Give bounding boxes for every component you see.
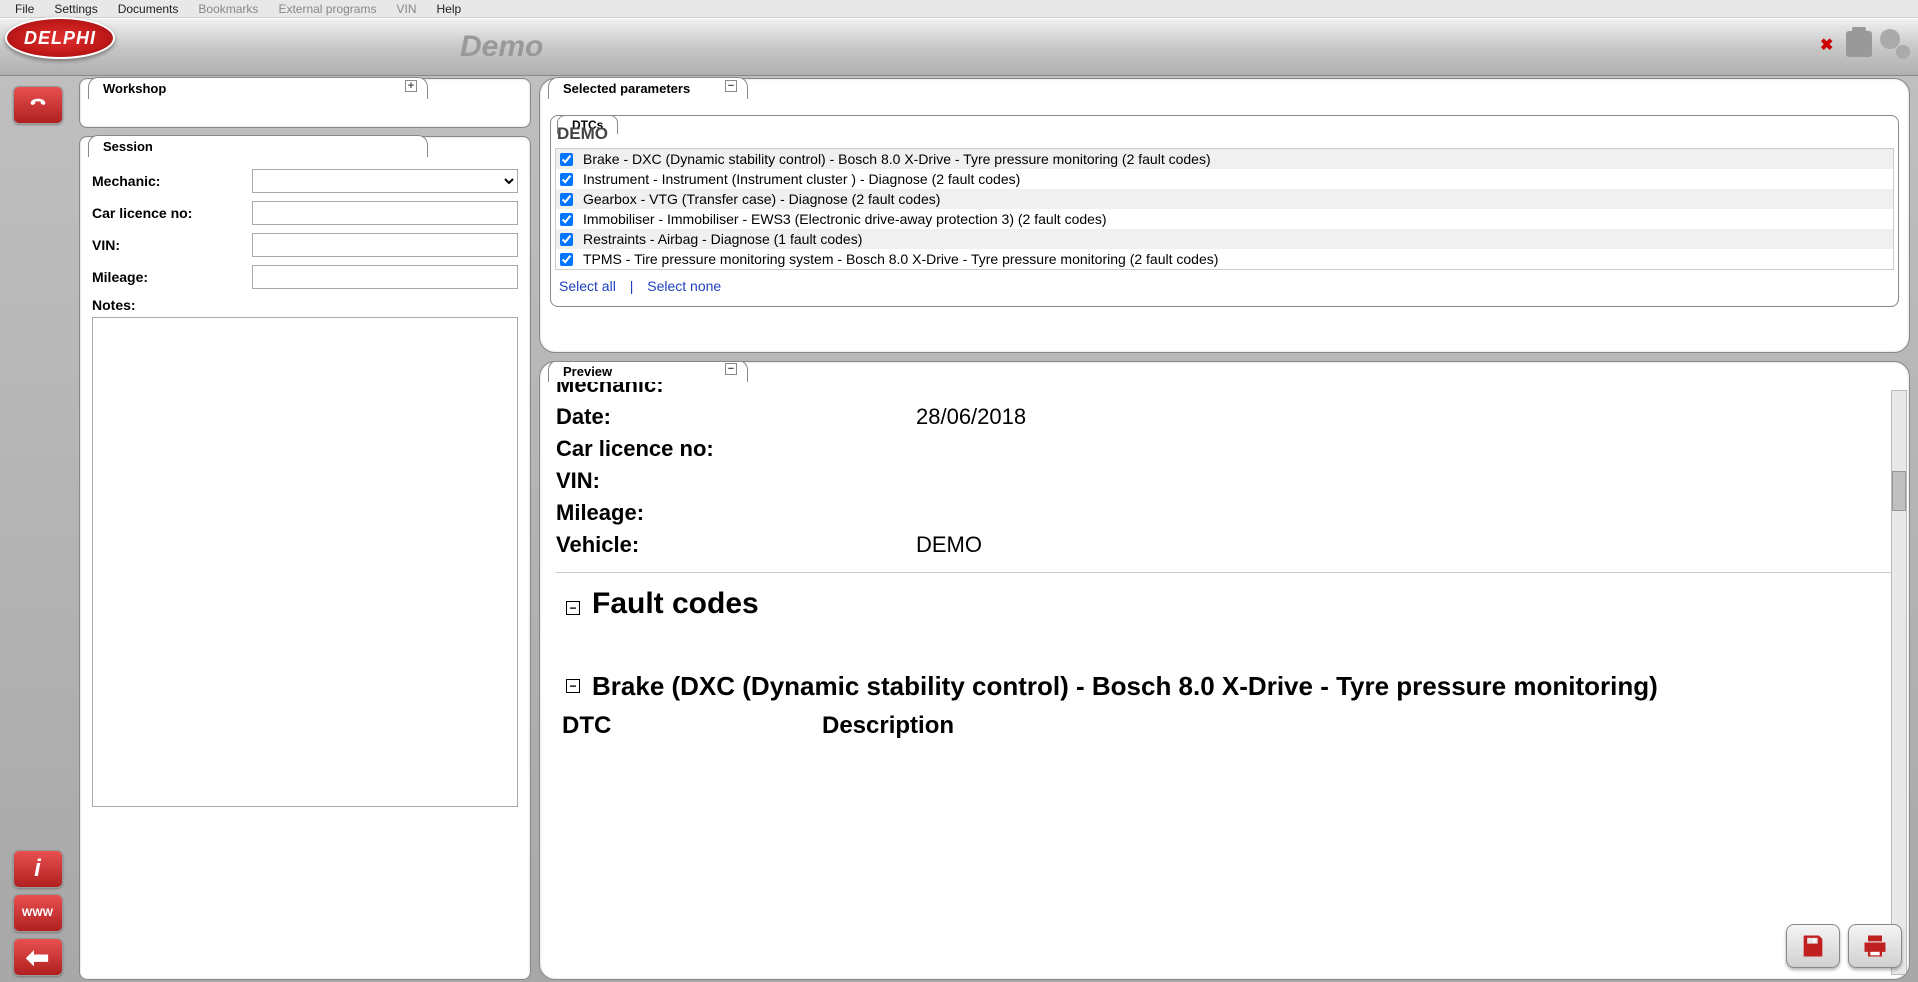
preview-label: Preview — [563, 364, 612, 379]
selected-parameters-label: Selected parameters — [563, 81, 690, 96]
preview-scrollbar-thumb[interactable] — [1892, 471, 1906, 511]
preview-collapse-icon[interactable]: − — [725, 363, 737, 375]
back-arrow-icon: ⬅ — [26, 941, 49, 974]
dtc-row-text: Restraints - Airbag - Diagnose (1 fault … — [583, 231, 862, 247]
dtc-list: Brake - DXC (Dynamic stability control) … — [555, 148, 1894, 270]
dtc-table-header: DTC Description — [562, 712, 1893, 740]
menu-external-programs[interactable]: External programs — [268, 0, 386, 18]
menu-help[interactable]: Help — [427, 0, 472, 18]
menu-bookmarks[interactable]: Bookmarks — [188, 0, 268, 18]
menubar: File Settings Documents Bookmarks Extern… — [0, 0, 1918, 18]
select-all-link[interactable]: Select all — [559, 278, 616, 294]
delphi-logo-icon: DELPHI — [5, 17, 115, 59]
menu-file[interactable]: File — [5, 0, 44, 18]
selected-parameters-panel: Selected parameters − DTCs DEMO Brake - … — [539, 78, 1910, 353]
dtc-row[interactable]: Gearbox - VTG (Transfer case) - Diagnose… — [556, 189, 1893, 209]
dtc-row[interactable]: Instrument - Instrument (Instrument clus… — [556, 169, 1893, 189]
clipboard-icon[interactable] — [1846, 31, 1872, 57]
fault-section-text: Brake (DXC (Dynamic stability control) -… — [592, 671, 1893, 702]
dtc-row[interactable]: Immobiliser - Immobiliser - EWS3 (Electr… — [556, 209, 1893, 229]
mechanic-label: Mechanic: — [92, 173, 252, 189]
workshop-panel-title: Workshop + — [88, 77, 428, 99]
session-panel-title: Session — [88, 135, 428, 157]
link-separator: | — [630, 278, 634, 294]
mileage-input[interactable] — [252, 265, 518, 289]
app-title: Demo — [460, 30, 543, 64]
info-button[interactable]: i — [13, 850, 63, 888]
vin-label: VIN: — [92, 237, 252, 253]
gear-icon[interactable] — [1880, 29, 1910, 59]
preview-scrollbar[interactable] — [1891, 390, 1907, 975]
fault-codes-collapse-icon[interactable]: − — [566, 601, 580, 615]
close-icon[interactable]: ✖ — [1820, 35, 1838, 53]
preview-panel: Preview − Mechanic: Date:28/06/2018 Car … — [539, 361, 1910, 980]
notes-textarea[interactable] — [92, 317, 518, 807]
fault-section-collapse-icon[interactable]: − — [566, 679, 580, 693]
preview-date-value: 28/06/2018 — [916, 404, 1026, 430]
fault-codes-text: Fault codes — [592, 587, 759, 621]
workshop-panel: Workshop + — [79, 78, 531, 128]
phone-button[interactable] — [13, 86, 63, 124]
dtc-row[interactable]: TPMS - Tire pressure monitoring system -… — [556, 249, 1893, 269]
header-band: DELPHI Demo ✖ — [0, 18, 1918, 76]
preview-licence-label: Car licence no: — [556, 436, 916, 462]
fault-section-heading: − Brake (DXC (Dynamic stability control)… — [566, 671, 1893, 702]
preview-panel-title: Preview − — [548, 361, 748, 382]
licence-input[interactable] — [252, 201, 518, 225]
dtc-checkbox[interactable] — [560, 253, 573, 266]
dtc-row[interactable]: Restraints - Airbag - Diagnose (1 fault … — [556, 229, 1893, 249]
preview-mileage-label: Mileage: — [556, 500, 916, 526]
menu-documents[interactable]: Documents — [108, 0, 189, 18]
preview-vehicle-value: DEMO — [916, 532, 982, 558]
info-icon: i — [34, 855, 41, 883]
print-button[interactable] — [1848, 924, 1902, 968]
selected-parameters-title: Selected parameters − — [548, 77, 748, 99]
fault-codes-heading: − Fault codes — [566, 587, 1893, 621]
workshop-label: Workshop — [103, 81, 166, 96]
params-collapse-icon[interactable]: − — [725, 80, 737, 92]
licence-label: Car licence no: — [92, 205, 252, 221]
back-button[interactable]: ⬅ — [13, 938, 63, 976]
dtcs-box: DTCs DEMO Brake - DXC (Dynamic stability… — [550, 115, 1899, 307]
www-icon: WWW — [22, 907, 53, 919]
session-panel: Session Mechanic: Car licence no: VIN: M… — [79, 136, 531, 980]
preview-date-label: Date: — [556, 404, 916, 430]
dtc-row-text: Brake - DXC (Dynamic stability control) … — [583, 151, 1211, 167]
brand-logo: DELPHI — [5, 17, 115, 67]
preview-divider — [556, 572, 1893, 573]
dtc-checkbox[interactable] — [560, 193, 573, 206]
preview-vin-label: VIN: — [556, 468, 916, 494]
www-button[interactable]: WWW — [13, 894, 63, 932]
menu-vin[interactable]: VIN — [386, 0, 426, 18]
dtc-row[interactable]: Brake - DXC (Dynamic stability control) … — [556, 149, 1893, 169]
save-icon — [1799, 932, 1827, 960]
dtc-checkbox[interactable] — [560, 233, 573, 246]
vin-input[interactable] — [252, 233, 518, 257]
dtc-checkbox[interactable] — [560, 153, 573, 166]
mileage-label: Mileage: — [92, 269, 252, 285]
save-button[interactable] — [1786, 924, 1840, 968]
dtc-checkbox[interactable] — [560, 213, 573, 226]
dtc-column-header: DTC — [562, 712, 822, 740]
select-none-link[interactable]: Select none — [647, 278, 721, 294]
dtc-checkbox[interactable] — [560, 173, 573, 186]
notes-label: Notes: — [92, 297, 252, 313]
dtc-row-text: Gearbox - VTG (Transfer case) - Diagnose… — [583, 191, 940, 207]
preview-body[interactable]: Mechanic: Date:28/06/2018 Car licence no… — [540, 362, 1909, 955]
dtcs-demo-heading: DEMO — [555, 120, 1894, 148]
description-column-header: Description — [822, 712, 954, 740]
menu-settings[interactable]: Settings — [44, 0, 107, 18]
print-icon — [1861, 932, 1889, 960]
dtc-row-text: Immobiliser - Immobiliser - EWS3 (Electr… — [583, 211, 1107, 227]
left-rail: i WWW ⬅ — [0, 76, 75, 982]
mechanic-select[interactable] — [252, 169, 518, 193]
dtc-row-text: Instrument - Instrument (Instrument clus… — [583, 171, 1020, 187]
dtc-row-text: TPMS - Tire pressure monitoring system -… — [583, 251, 1218, 267]
phone-icon — [25, 94, 51, 116]
session-label: Session — [103, 139, 153, 154]
workshop-expand-icon[interactable]: + — [405, 80, 417, 92]
preview-vehicle-label: Vehicle: — [556, 532, 916, 558]
